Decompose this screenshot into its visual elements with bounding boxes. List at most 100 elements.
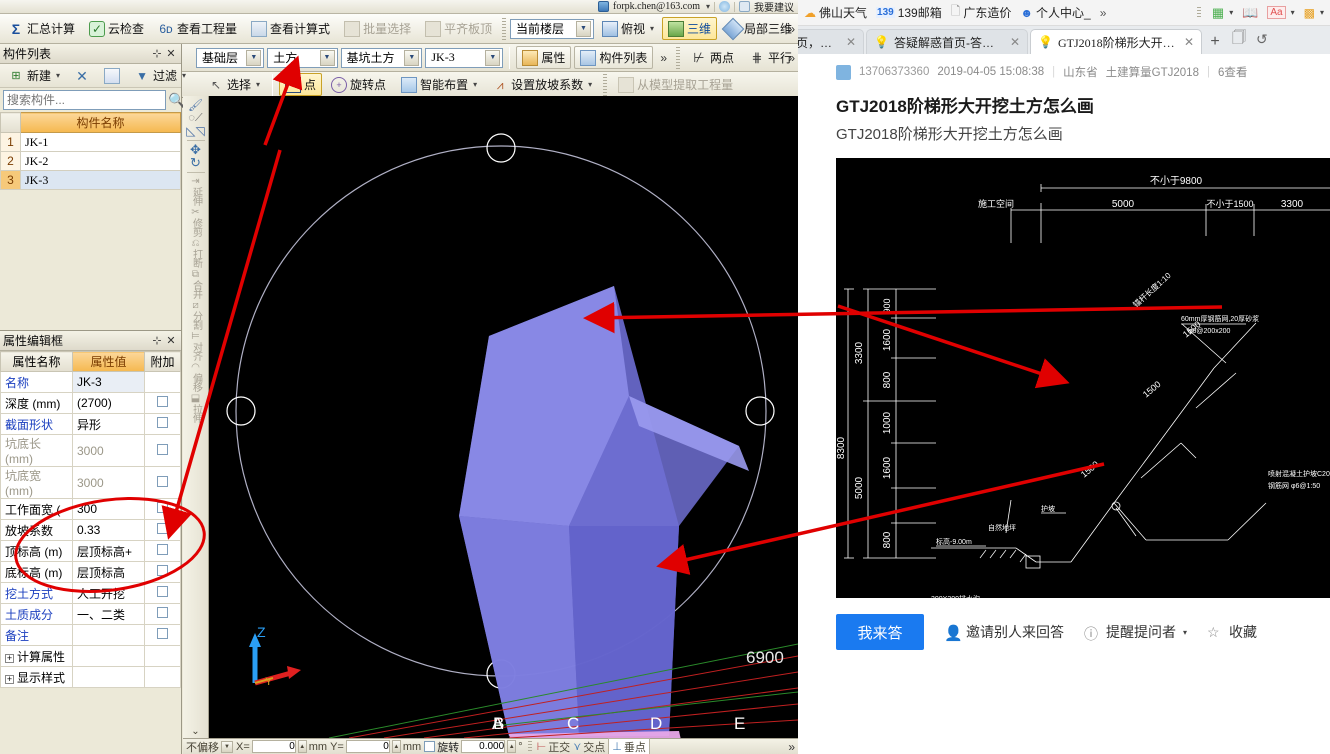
extra-checkbox[interactable] [157,628,168,639]
paint-tool[interactable]: 🖌 [184,99,208,111]
close-icon[interactable]: ✕ [164,47,178,60]
invite-answer-button[interactable]: 👤 邀请别人来回答 [944,622,1064,642]
property-group-row[interactable]: + 显示样式 [0,666,181,688]
select-tool[interactable]: ↖ 选择 ▾ [202,73,266,96]
property-row[interactable]: 深度 (mm) (2700) [0,392,181,414]
mirror-tool[interactable]: ◺◹ [184,125,208,137]
extension-apps[interactable]: ▦ ▾ [1212,5,1233,21]
undo-icon[interactable]: ↺ [1256,31,1268,48]
ribbon-btn-local-3d[interactable]: 局部三维 [719,17,798,40]
bookmark-weather[interactable]: ☁ 佛山天气 [804,4,867,21]
y-coordinate-field[interactable]: Y= ▲ mm [330,740,421,753]
extra-checkbox[interactable] [157,475,168,487]
chevron-down-icon[interactable]: ▼ [575,20,591,37]
delete-component-button[interactable]: ✕ [68,65,96,87]
rotate-point-tool[interactable]: + 旋转点 [325,73,392,96]
extra-checkbox[interactable] [157,607,168,618]
ribbon-btn-view-quantity[interactable]: 6ᴅ 查看工程量 [152,17,243,40]
chevron-down-icon[interactable]: ▾ [473,80,477,89]
property-extra[interactable] [144,603,181,625]
chevron-down-icon[interactable]: ▼ [319,49,335,66]
property-row[interactable]: 坑底长 (mm) 3000 [0,434,181,467]
perpendicular-snap[interactable]: ⊥ 垂点 [608,737,650,754]
property-value[interactable]: 0.33 [72,519,145,541]
close-icon[interactable]: ✕ [1184,35,1194,49]
toolbar-grip[interactable] [527,740,532,753]
property-extra[interactable] [144,624,181,646]
property-row[interactable]: 截面形状 异形 [0,413,181,435]
property-row[interactable]: 底标高 (m) 层顶标高 [0,561,181,583]
rotate-tool[interactable]: ↻ [184,156,208,169]
ribbon-btn-3d[interactable]: 三维 [661,17,717,40]
extra-checkbox[interactable] [157,502,168,513]
property-group[interactable]: + 计算属性 [0,645,73,667]
property-row[interactable]: 坑底宽 (mm) 3000 [0,466,181,499]
account-email[interactable]: forpk.chen@163.com [613,1,700,12]
pin-icon[interactable]: ⊹ [150,47,164,60]
extension-mindmap[interactable]: ▩ ▾ [1304,6,1324,20]
bookmark-guangdong[interactable]: 🗋 广东造价 [951,2,1012,23]
y-input[interactable] [345,740,390,753]
type-select[interactable]: 基坑土方 ▼ [340,47,423,68]
property-extra[interactable] [144,498,181,520]
toolbar-grip[interactable] [603,73,608,96]
chevron-down-icon[interactable]: ▾ [256,80,260,89]
bookmark-user-center[interactable]: ☻ 个人中心_ [1020,4,1090,21]
ribbon-overflow-icon[interactable]: » [788,51,795,65]
property-row[interactable]: 备注 [0,624,181,646]
pin-icon[interactable]: ⊹ [150,334,164,347]
toolbar-grip[interactable] [502,17,506,40]
close-icon[interactable]: ✕ [164,334,178,347]
tab-gtj2018[interactable]: 💡 GTJ2018阶梯形大开挖土方 ✕ [1030,29,1202,54]
ribbon-btn-view-formula[interactable]: 查看计算式 [245,17,336,40]
table-row[interactable]: 3 JK-3 [0,170,181,190]
extra-checkbox[interactable] [157,443,168,455]
rotate-checkbox[interactable] [424,741,436,752]
rotate-field[interactable]: 旋转 ▲ ° [424,739,523,754]
selector-overflow-icon[interactable]: » [660,51,667,65]
chevron-down-icon[interactable]: ▾ [588,80,592,89]
y-spinner[interactable]: ▲ [391,740,401,753]
search-input[interactable] [3,90,166,110]
intersection-snap[interactable]: ⋎ 交点 [573,739,605,754]
property-value[interactable]: 一、二类 [72,603,145,625]
rotate-spinner[interactable]: ▲ [507,740,517,753]
extra-checkbox[interactable] [157,396,168,407]
x-input[interactable] [251,740,296,753]
chevron-down-icon[interactable]: ▾ [1291,8,1295,17]
property-value[interactable]: 300 [72,498,145,520]
favorite-button[interactable]: ☆ 收藏 [1207,622,1257,642]
property-value[interactable] [72,624,145,646]
bookmarks-overflow-icon[interactable]: » [1100,6,1107,20]
offset-mode[interactable]: 不偏移 ▼ [186,739,233,754]
three-d-viewport[interactable]: A B C D E 6900 Z Y [209,96,798,738]
chevron-down-icon[interactable]: ▼ [221,740,233,753]
chevron-down-icon[interactable]: ▾ [182,71,186,80]
slope-coefficient-tool[interactable]: ⩘ 设置放坡系数 ▾ [486,73,598,96]
bookmark-mail139[interactable]: 139 139邮箱 [876,4,942,21]
notification-icon[interactable] [719,1,730,12]
extra-checkbox[interactable] [157,544,168,555]
property-extra[interactable] [144,582,181,604]
ribbon-overflow-icon[interactable]: » [788,22,795,36]
extra-checkbox[interactable] [157,417,168,428]
table-row[interactable]: 1 JK-1 [0,132,181,152]
copy-page-icon[interactable]: 🗍 [1232,27,1246,51]
property-value[interactable]: 人工开挖 [72,582,145,604]
property-button[interactable]: 属性 [516,46,572,69]
x-coordinate-field[interactable]: X= ▲ mm [236,740,327,753]
chevron-down-icon[interactable]: ▼ [404,49,420,66]
property-row[interactable]: 放坡系数 0.33 [0,519,181,541]
extra-checkbox[interactable] [157,523,168,534]
extension-book[interactable]: 📖 [1242,5,1258,21]
tab-page[interactable]: 页，整个 ✕ [798,29,864,54]
toolbar-overflow[interactable]: ⌄ [184,726,208,738]
account-caret-icon[interactable]: ▾ [706,2,710,11]
property-value[interactable]: 异形 [72,413,145,435]
property-row[interactable]: 顶标高 (m) 层顶标高+ [0,540,181,562]
ortho-snap[interactable]: ⊢ 正交 [537,739,571,754]
chevron-down-icon[interactable]: ▾ [650,24,654,33]
ribbon-btn-summary[interactable]: Σ 汇总计算 [2,17,81,40]
chevron-down-icon[interactable]: ▾ [1183,628,1187,637]
close-icon[interactable]: ✕ [846,35,856,49]
